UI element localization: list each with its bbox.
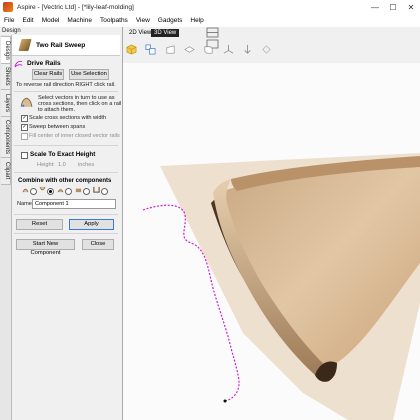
scale-cross-sections-checkbox[interactable]: ✓	[21, 115, 28, 122]
tab-design[interactable]: Design	[1, 36, 11, 64]
combine-subtract-radio[interactable]	[47, 188, 54, 195]
use-selection-button[interactable]: Use Selection	[69, 69, 109, 80]
combine-add-icon	[22, 188, 29, 193]
title-bar: Aspire - [Vectric Ltd] - [*lily-leaf-mol…	[0, 0, 420, 14]
vertical-tab-strip: Design Sheets Layers Components Clipart	[0, 35, 12, 420]
reverse-rail-hint: To reverse rail direction RIGHT click ra…	[16, 82, 116, 88]
iso-view-icon[interactable]	[126, 44, 137, 55]
menu-toolpaths[interactable]: Toolpaths	[96, 17, 132, 24]
scale-exact-height-label: Scale To Exact Height	[30, 151, 96, 158]
cross-sections-icon	[20, 97, 33, 107]
scale-cross-sections-label: Scale cross sections with width	[29, 115, 107, 121]
menu-gadgets[interactable]: Gadgets	[154, 17, 187, 24]
menu-file[interactable]: File	[0, 17, 18, 24]
drive-rails-heading: Drive Rails	[27, 60, 61, 67]
tab-3d-view[interactable]: 3D View	[151, 29, 180, 37]
rail-start-node[interactable]	[223, 399, 227, 403]
tab-2d-view[interactable]: 2D View	[126, 29, 154, 37]
minimize-button[interactable]: —	[366, 3, 384, 12]
components-view-icon[interactable]	[145, 44, 156, 55]
design-pane: Design Design Sheets Layers Components C…	[0, 27, 123, 420]
close-window-button[interactable]: ✕	[402, 3, 420, 12]
menu-view[interactable]: View	[132, 17, 154, 24]
combine-high-radio[interactable]	[101, 188, 108, 195]
height-units: inches	[78, 162, 95, 168]
height-label: Height:	[37, 162, 55, 168]
combine-high-icon	[93, 186, 100, 193]
menu-machine[interactable]: Machine	[63, 17, 96, 24]
divider	[14, 145, 118, 146]
close-button[interactable]: Close	[82, 239, 114, 250]
app-logo-icon	[3, 2, 13, 12]
front-view-icon[interactable]	[184, 44, 195, 55]
panel-header: Two Rail Sweep	[12, 35, 120, 56]
layout-split-icon[interactable]	[206, 27, 219, 38]
top-view-icon[interactable]	[165, 44, 176, 55]
divider	[14, 91, 118, 92]
component-name-field[interactable]: Component 1	[32, 199, 116, 209]
cross-section-hint-3: to attach them.	[38, 107, 76, 113]
start-new-component-button[interactable]: Start New Component	[16, 239, 75, 256]
tab-clipart[interactable]: Clipart	[1, 157, 11, 185]
two-rail-sweep-icon	[18, 39, 32, 51]
panel-title: Two Rail Sweep	[36, 41, 86, 49]
3d-viewport[interactable]	[123, 63, 420, 420]
combine-merge-radio[interactable]	[65, 188, 72, 195]
menu-bar: File Edit Model Machine Toolpaths View G…	[0, 14, 420, 28]
divider	[14, 233, 118, 234]
drive-rails-section: Drive Rails	[14, 59, 118, 68]
window-controls: — ☐ ✕	[366, 3, 420, 12]
box-view-icon[interactable]	[203, 44, 214, 55]
drive-rails-icon	[14, 60, 23, 68]
fill-center-checkbox[interactable]	[21, 133, 28, 140]
scale-exact-height-checkbox[interactable]	[21, 152, 28, 159]
menu-model[interactable]: Model	[38, 17, 64, 24]
view-toolbar: 2D View 3D View	[123, 27, 420, 63]
window-title: Aspire - [Vectric Ltd] - [*lily-leaf-mol…	[17, 3, 134, 11]
combine-heading: Combine with other components	[18, 178, 112, 184]
menu-help[interactable]: Help	[186, 17, 207, 24]
pane-title: Design	[2, 28, 21, 34]
divider	[14, 172, 118, 173]
combine-add-radio[interactable]	[30, 188, 37, 195]
height-input[interactable]: 1.0	[58, 162, 66, 168]
divider	[14, 214, 118, 215]
combine-merge-icon	[57, 189, 64, 193]
combine-low-icon	[75, 188, 82, 193]
reset-button[interactable]: Reset	[16, 219, 63, 230]
combine-low-radio[interactable]	[83, 188, 90, 195]
combine-subtract-icon	[39, 186, 46, 191]
axes-view-icon[interactable]	[223, 44, 234, 55]
z-down-view-icon[interactable]	[242, 44, 253, 55]
clear-rails-button[interactable]: Clear Rails	[32, 69, 64, 80]
name-label: Name	[17, 201, 32, 207]
model-scene	[142, 153, 420, 420]
tab-sheets[interactable]: Sheets	[1, 63, 11, 90]
apply-button[interactable]: Apply	[69, 219, 114, 230]
tab-components[interactable]: Components	[1, 116, 11, 158]
tab-layers[interactable]: Layers	[1, 89, 11, 117]
two-rail-sweep-panel: Two Rail Sweep Drive Rails Clear Rails U…	[12, 35, 121, 420]
fill-center-label: Fill center of inner closed vector rails	[29, 133, 120, 139]
side-view-icon[interactable]	[261, 44, 272, 55]
sweep-between-spans-checkbox[interactable]: ✓	[21, 124, 28, 131]
menu-edit[interactable]: Edit	[18, 17, 37, 24]
maximize-button[interactable]: ☐	[384, 3, 402, 12]
sweep-between-spans-label: Sweep between spans	[29, 124, 86, 130]
